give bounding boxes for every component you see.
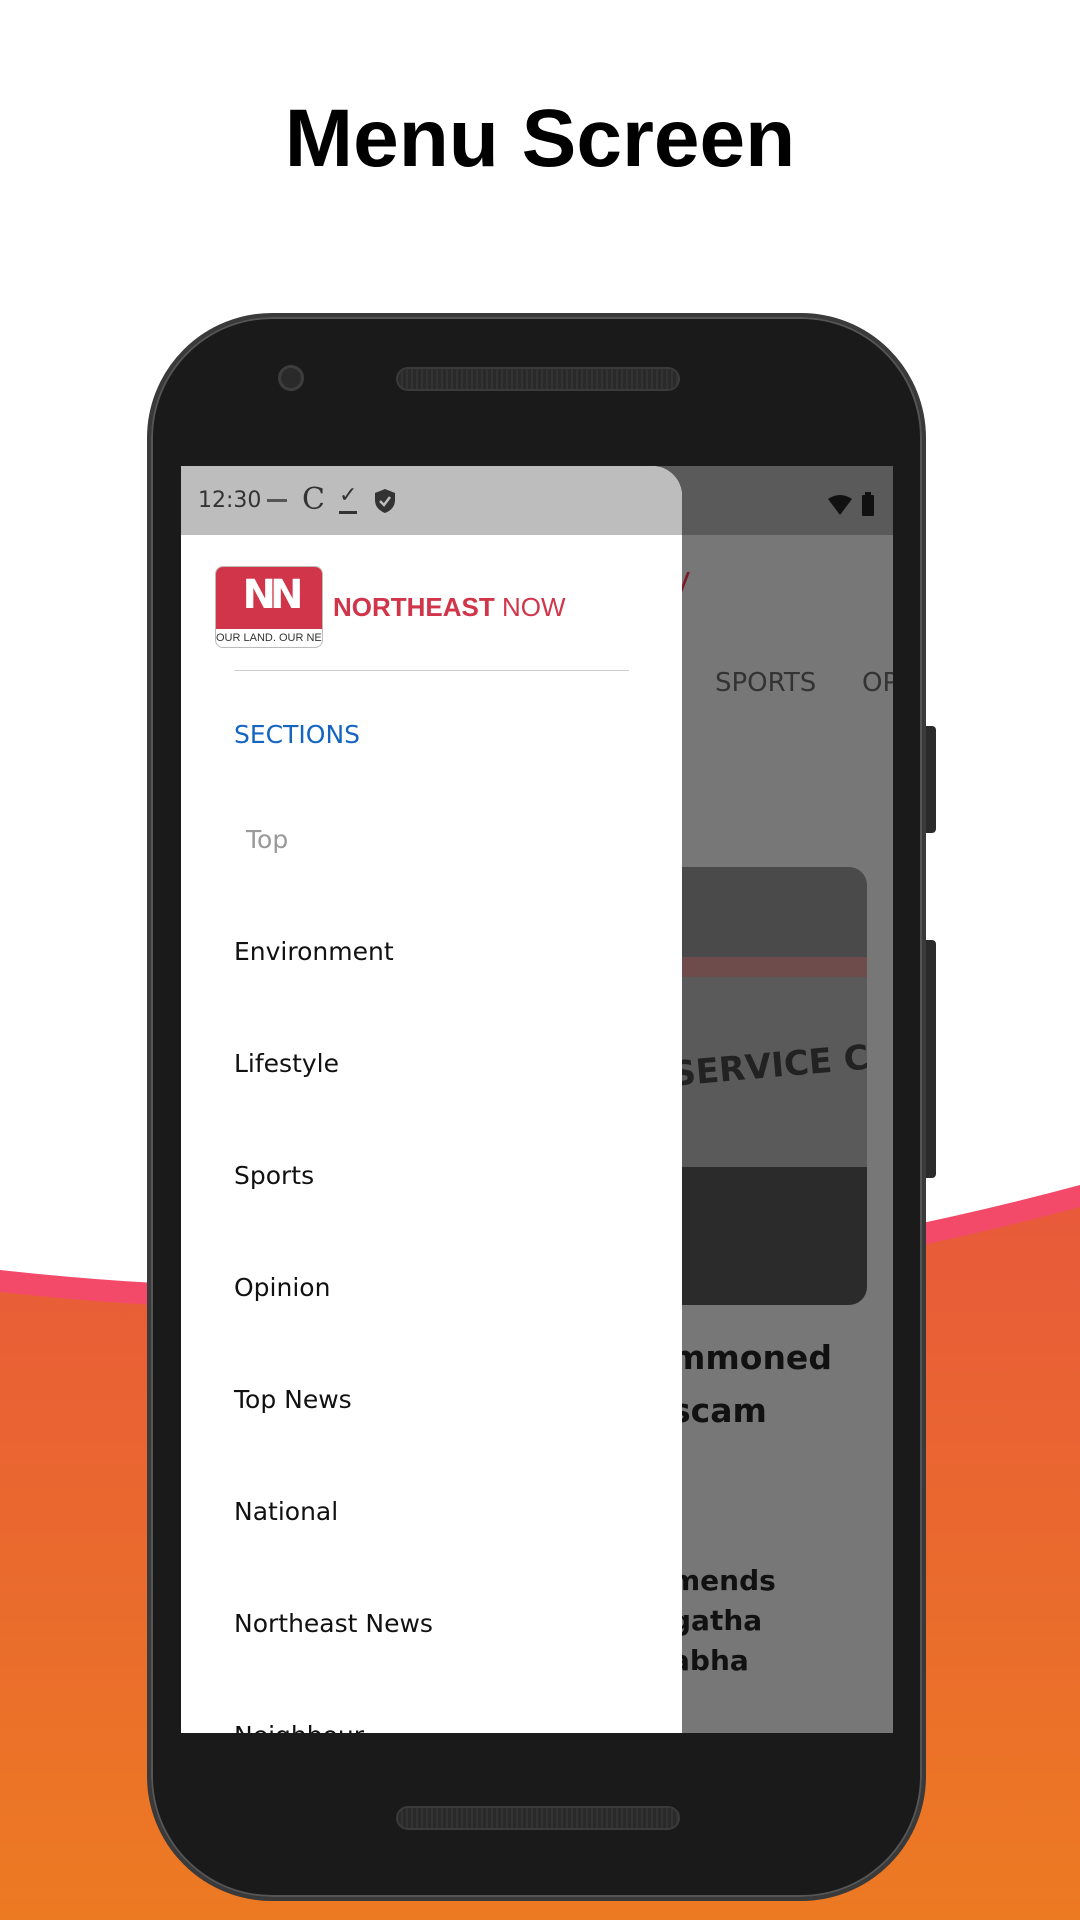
divider xyxy=(234,670,629,671)
notification-icon xyxy=(267,499,287,502)
bottom-speaker xyxy=(396,1806,680,1830)
battery-icon xyxy=(862,492,874,516)
headline-line[interactable]: gatha xyxy=(671,1604,762,1637)
brand-bold: NORTHEAST xyxy=(333,592,495,622)
volume-button xyxy=(926,940,936,1178)
navigation-drawer: 12:30 C ✓ NN OUR LAND. OUR NEWS NORTHEAS… xyxy=(181,466,682,1733)
headline-line[interactable]: mmoned xyxy=(671,1338,832,1377)
drawer-item-neighbour[interactable]: Neighbour xyxy=(234,1721,364,1733)
drawer-item-sports[interactable]: Sports xyxy=(234,1161,314,1190)
shield-check-icon xyxy=(375,489,395,513)
brand-light: NOW xyxy=(502,592,566,622)
section-header: SECTIONS xyxy=(234,720,361,749)
article-image[interactable]: SERVICE COMM xyxy=(661,867,867,1305)
logo-mark: NN xyxy=(216,567,322,629)
tab-sports[interactable]: SPORTS xyxy=(715,668,816,698)
logo-tagline: OUR LAND. OUR NEWS xyxy=(216,632,322,644)
drawer-item-environment[interactable]: Environment xyxy=(234,937,394,966)
northeast-news-logo-badge: NN OUR LAND. OUR NEWS xyxy=(215,566,323,648)
download-done-icon: ✓ xyxy=(339,483,358,508)
drawer-item-northeast-news[interactable]: Northeast News xyxy=(234,1609,433,1638)
brand-name: NORTHEAST NOW xyxy=(333,592,566,623)
headline-line[interactable]: scam xyxy=(671,1391,767,1430)
tab-opinion[interactable]: OP xyxy=(862,668,893,698)
status-bar: 12:30 C ✓ xyxy=(181,466,682,535)
drawer-item-top-news[interactable]: Top News xyxy=(234,1385,352,1414)
download-done-underline xyxy=(339,511,357,514)
power-button xyxy=(926,726,936,833)
phone-screen: V SPORTS OP SERVICE COMM mmoned scam men… xyxy=(181,466,893,1733)
image-sign-text: SERVICE COMM xyxy=(669,1029,867,1095)
headline-line[interactable]: abha xyxy=(671,1644,749,1677)
c-app-icon: C xyxy=(302,482,325,517)
headline-line[interactable]: mends xyxy=(671,1564,776,1597)
top-speaker xyxy=(396,367,680,391)
drawer-item-lifestyle[interactable]: Lifestyle xyxy=(234,1049,339,1078)
drawer-item-national[interactable]: National xyxy=(234,1497,338,1526)
drawer-item-opinion[interactable]: Opinion xyxy=(234,1273,330,1302)
status-time: 12:30 xyxy=(198,488,262,513)
front-camera xyxy=(278,365,304,391)
wifi-icon xyxy=(828,495,852,515)
drawer-item-top[interactable]: Top xyxy=(246,825,288,854)
